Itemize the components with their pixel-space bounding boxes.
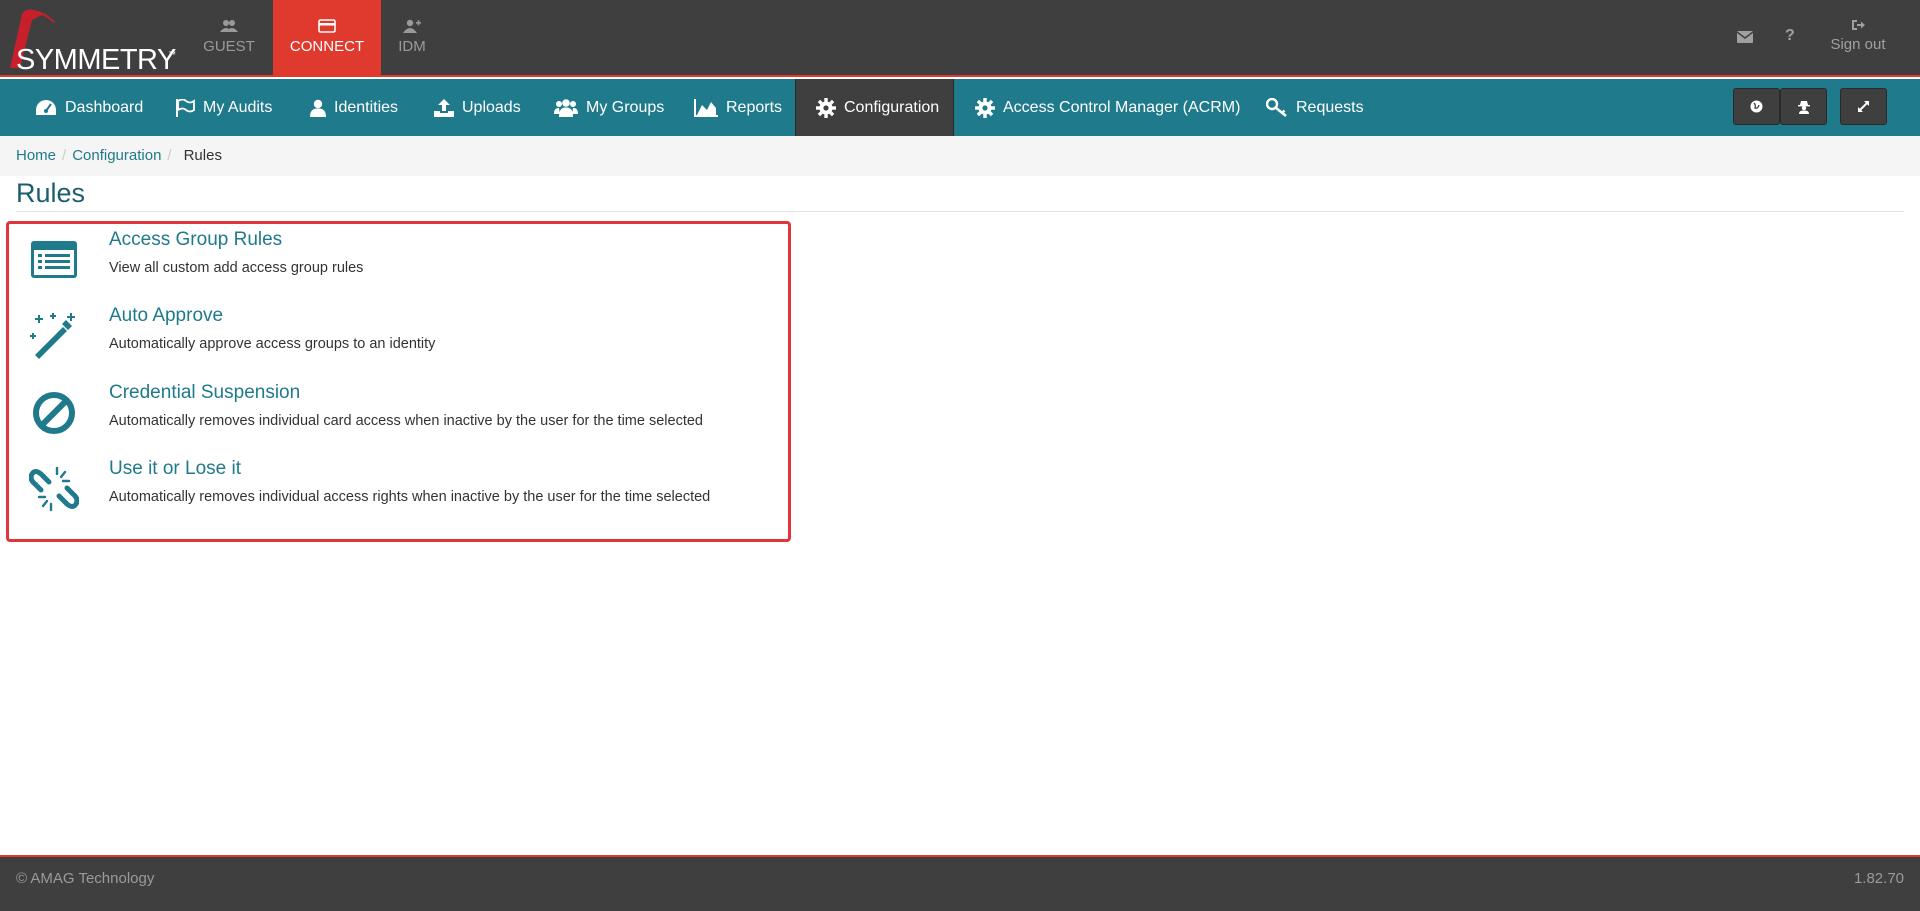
key-icon	[1266, 97, 1287, 117]
breadcrumb-separator: /	[62, 147, 67, 164]
nav-label: Dashboard	[65, 99, 144, 116]
sign-out-icon	[1852, 20, 1865, 30]
rule-title[interactable]: Auto Approve	[109, 305, 223, 327]
nav-item-configuration[interactable]: Configuration	[795, 79, 954, 136]
language-button[interactable]	[1733, 88, 1780, 125]
expand-icon	[1858, 101, 1869, 112]
group-icon	[554, 98, 578, 117]
user-icon	[310, 99, 326, 117]
breadcrumb-separator: /	[167, 147, 172, 164]
footer-version: 1.82.70	[1853, 870, 1904, 887]
nav-item-my-audits[interactable]: My Audits	[165, 79, 282, 136]
anonymous-user-button[interactable]	[1780, 88, 1827, 125]
user-secret-icon	[1797, 100, 1810, 114]
nav-label: My Audits	[203, 99, 273, 116]
symmetry-logo[interactable]: SYMMETRY ™	[6, 6, 181, 76]
main-nav: Dashboard My Audits Identities Uploads M…	[0, 79, 1920, 136]
nav-label: Identities	[334, 99, 399, 116]
page-title: Rules	[16, 178, 86, 208]
nav-item-reports[interactable]: Reports	[684, 79, 792, 136]
nav-item-identities[interactable]: Identities	[300, 79, 408, 136]
globe-icon	[1750, 100, 1763, 113]
rules-panel: Access Group Rules View all custom add a…	[6, 221, 791, 542]
rule-access-group-rules: Access Group Rules View all custom add a…	[23, 229, 783, 289]
rule-title[interactable]: Use it or Lose it	[109, 458, 241, 480]
upload-icon	[434, 98, 454, 117]
rule-title[interactable]: Credential Suspension	[109, 382, 300, 404]
nav-item-uploads[interactable]: Uploads	[424, 79, 531, 136]
signout-button[interactable]: Sign out	[1822, 18, 1894, 53]
flag-icon	[176, 98, 195, 117]
broken-link-icon	[29, 466, 79, 512]
nav-item-dashboard[interactable]: Dashboard	[25, 79, 153, 136]
gear-icon	[816, 97, 836, 118]
nav-label: Access Control Manager (ACRM)	[1003, 99, 1241, 116]
rule-title[interactable]: Access Group Rules	[109, 229, 282, 251]
app-tab-label: IDM	[398, 38, 426, 55]
nav-label: Reports	[726, 99, 783, 116]
nav-label: My Groups	[586, 99, 665, 116]
nav-item-acrm[interactable]: Access Control Manager (ACRM)	[965, 79, 1250, 136]
area-chart-icon	[694, 98, 718, 117]
nav-item-my-groups[interactable]: My Groups	[544, 79, 674, 136]
list-icon	[31, 241, 77, 278]
signout-label: Sign out	[1830, 36, 1886, 53]
users-icon	[220, 20, 238, 32]
rule-description: Automatically removes individual access …	[109, 489, 711, 505]
footer-copyright: © AMAG Technology	[16, 870, 155, 887]
rule-use-it-or-lose-it: Use it or Lose it Automatically removes …	[23, 458, 783, 518]
dashboard-icon	[36, 99, 56, 115]
rule-description: Automatically approve access groups to a…	[109, 336, 436, 352]
question-icon: ?	[1785, 27, 1795, 44]
magic-wand-icon	[30, 313, 75, 359]
title-divider	[16, 211, 1904, 212]
app-tab-idm[interactable]: IDM	[358, 0, 466, 77]
rule-description: View all custom add access group rules	[109, 260, 364, 276]
rule-auto-approve: Auto Approve Automatically approve acces…	[23, 305, 783, 365]
mail-button[interactable]	[1736, 30, 1754, 48]
logo-text: SYMMETRY	[16, 44, 176, 76]
rule-credential-suspension: Credential Suspension Automatically remo…	[23, 382, 783, 442]
app-tab-label: GUEST	[203, 38, 255, 55]
breadcrumb-home[interactable]: Home	[16, 147, 56, 164]
nav-label: Uploads	[462, 99, 521, 116]
breadcrumb: Home / Configuration / Rules	[0, 136, 1920, 176]
app-tab-guest[interactable]: GUEST	[175, 0, 283, 77]
breadcrumb-current: Rules	[183, 147, 222, 164]
breadcrumb-configuration[interactable]: Configuration	[72, 147, 161, 164]
rule-description: Automatically removes individual card ac…	[109, 413, 703, 429]
top-bar: SYMMETRY ™ GUEST CONNECT IDM ? Sign out	[0, 0, 1920, 77]
user-plus-icon	[403, 19, 421, 33]
ban-icon	[33, 392, 75, 434]
nav-label: Configuration	[844, 99, 940, 116]
fullscreen-button[interactable]	[1840, 88, 1887, 125]
card-icon	[318, 19, 336, 33]
nav-label: Requests	[1296, 99, 1364, 116]
nav-item-requests[interactable]: Requests	[1256, 79, 1374, 136]
gear-icon	[975, 97, 995, 118]
envelope-icon	[1736, 31, 1754, 43]
footer: © AMAG Technology 1.82.70	[0, 855, 1920, 911]
help-button[interactable]: ?	[1785, 27, 1795, 45]
